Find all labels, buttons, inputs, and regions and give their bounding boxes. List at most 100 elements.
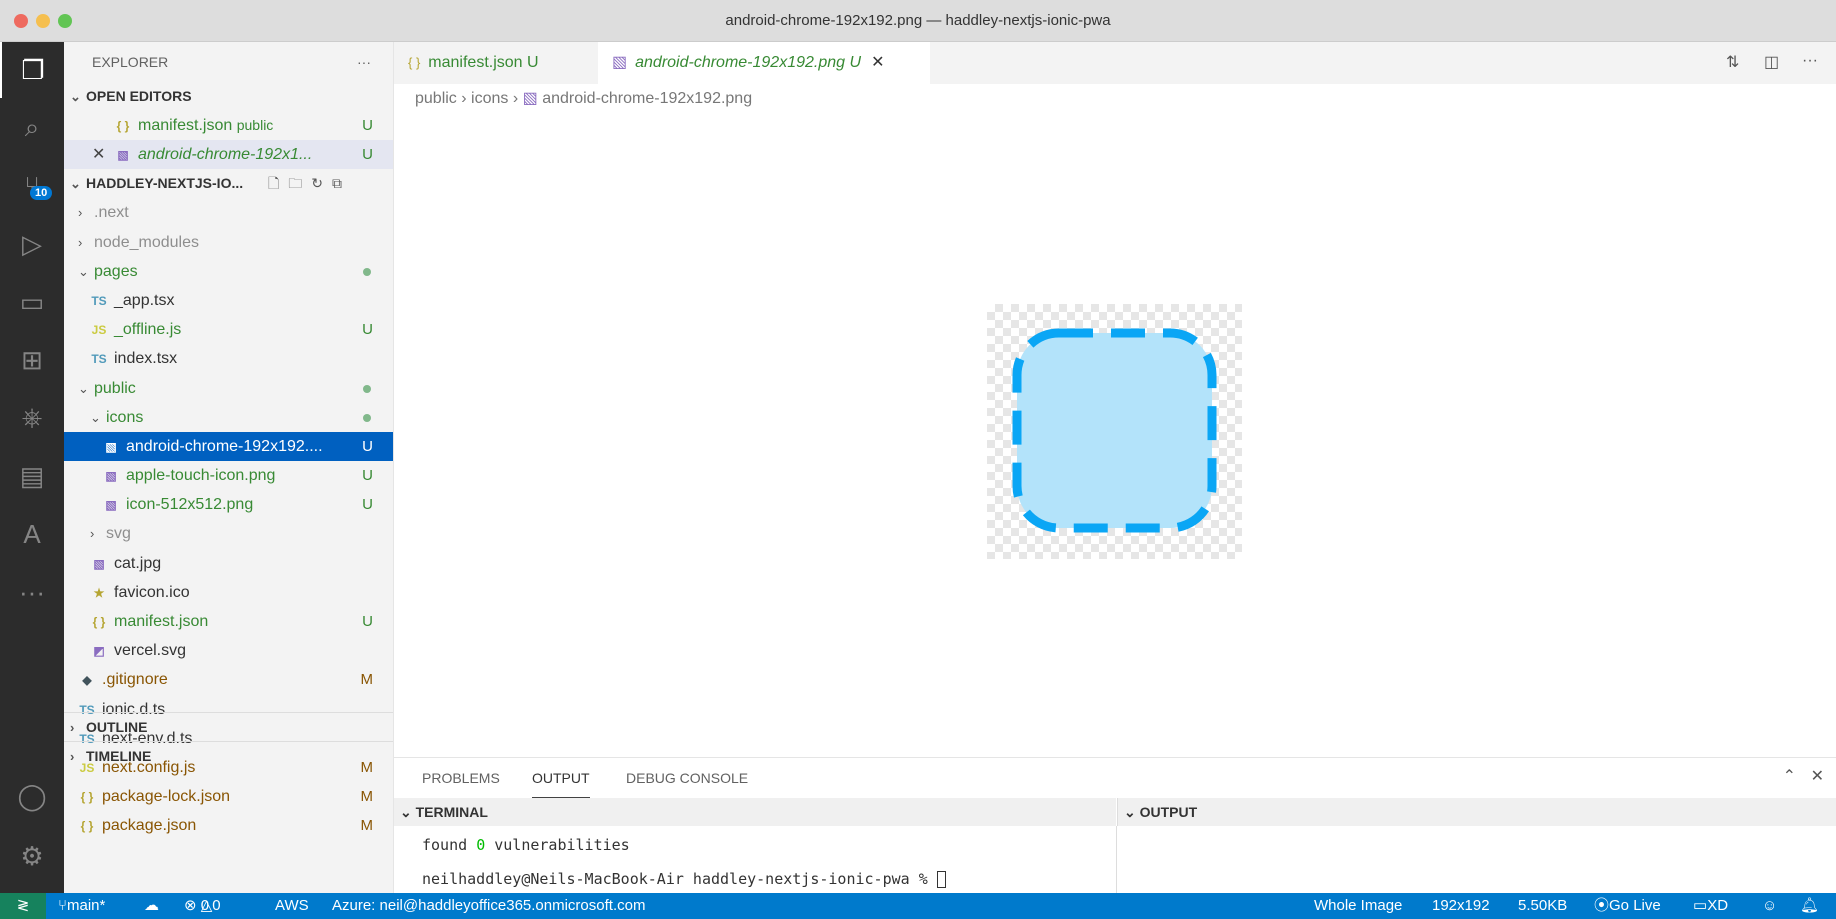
new-file-icon[interactable]: 🗋 xyxy=(268,175,288,191)
count: 0 xyxy=(476,836,486,854)
file-type-icon: TS xyxy=(91,352,107,367)
xd-label: XD xyxy=(1707,897,1729,914)
account-icon[interactable]: ◯ xyxy=(0,768,64,824)
tab-problems[interactable]: PROBLEMS xyxy=(422,758,500,798)
collapse-all-icon[interactable]: ⧉ xyxy=(332,175,351,191)
image-file-icon: ▧ xyxy=(522,90,538,107)
refresh-icon[interactable]: ↻ xyxy=(311,175,332,191)
item-name: manifest.json xyxy=(114,613,209,630)
feedback-icon[interactable]: ☺ xyxy=(1762,893,1777,919)
breadcrumb-item[interactable]: android-chrome-192x192.png xyxy=(542,90,752,107)
aws-status[interactable]: AWS xyxy=(275,893,309,919)
settings-gear-icon[interactable]: ⚙ xyxy=(0,828,64,884)
split-editor-icon[interactable]: ◫ xyxy=(1764,52,1779,72)
maximize-panel-icon[interactable]: ⌃ xyxy=(1783,766,1796,786)
azure-status[interactable]: Azure: neil@haddleyoffice365.onmicrosoft… xyxy=(332,893,645,919)
more-actions-icon[interactable]: ··· xyxy=(357,42,371,82)
source-control-icon[interactable]: ⑂ 10 xyxy=(0,158,64,214)
file-name: manifest.json xyxy=(138,117,233,134)
git-badge: M xyxy=(360,788,374,806)
tree-file[interactable]: TS _app.tsx xyxy=(64,286,393,315)
warning-count: 0 xyxy=(212,897,221,914)
file-type-icon: JS xyxy=(91,323,107,338)
explorer-icon[interactable]: ❐ xyxy=(0,42,64,98)
chevron-right-icon: › xyxy=(90,526,95,542)
tree-file[interactable]: ▧ icon-512x512.png U xyxy=(64,490,393,519)
go-live-button[interactable]: ⦿ Go Live xyxy=(1594,893,1661,919)
section-title: OPEN EDITORS xyxy=(86,88,192,104)
tree-file[interactable]: ◆ .gitignore M xyxy=(64,665,393,694)
sync-icon[interactable]: ☁ xyxy=(144,893,159,919)
more-actions-icon[interactable]: ··· xyxy=(1802,52,1818,70)
error-count: 0 xyxy=(200,897,210,914)
xd-status[interactable]: ▭ XD xyxy=(1693,893,1728,919)
close-editor-icon[interactable]: ✕ xyxy=(92,140,114,169)
remote-explorer-icon[interactable]: ▭ xyxy=(0,274,64,330)
zoom-mode[interactable]: Whole Image xyxy=(1314,893,1402,919)
open-editors-section[interactable]: ⌄ OPEN EDITORS xyxy=(64,82,393,111)
output-header[interactable]: ⌄ OUTPUT xyxy=(1117,798,1836,826)
extensions-icon[interactable]: ⊞ xyxy=(0,332,64,388)
tree-file[interactable]: { } package.json M xyxy=(64,811,393,840)
tree-file[interactable]: ▧ cat.jpg xyxy=(64,549,393,578)
tree-file[interactable]: TS index.tsx xyxy=(64,344,393,373)
outline-section[interactable]: › OUTLINE xyxy=(64,712,393,741)
docker-icon[interactable]: ▤ xyxy=(0,448,64,504)
open-editor-item[interactable]: ✕ ▧ android-chrome-192x1... U xyxy=(64,140,393,170)
search-icon[interactable]: ⌕ xyxy=(0,100,64,156)
azure-icon[interactable]: A xyxy=(0,506,64,562)
tree-folder[interactable]: ⌄ pages xyxy=(64,257,393,286)
kubernetes-icon[interactable]: ⎈ xyxy=(0,390,64,446)
tree-folder[interactable]: ⌄ public xyxy=(64,374,393,403)
tab-android-chrome[interactable]: ▧ android-chrome-192x192.png U ✕ xyxy=(598,42,930,84)
branch-status[interactable]: ⑂ main* xyxy=(58,893,105,919)
problems-status[interactable]: ⊗ 0 △ 0 xyxy=(184,893,221,919)
new-folder-icon[interactable]: 🗀 xyxy=(288,175,311,191)
explorer-actions[interactable]: 🗋🗀↻⧉ xyxy=(268,169,351,198)
tab-output[interactable]: OUTPUT xyxy=(532,758,590,798)
remote-icon[interactable]: ≷ xyxy=(0,893,46,919)
breadcrumb-item[interactable]: icons xyxy=(471,90,508,107)
close-window-button[interactable] xyxy=(14,14,28,28)
close-panel-icon[interactable]: ✕ xyxy=(1811,766,1824,786)
tree-file[interactable]: { } package-lock.json M xyxy=(64,782,393,811)
git-badge: U xyxy=(527,54,539,71)
item-name: icon-512x512.png xyxy=(126,496,254,514)
tree-file[interactable]: { } manifest.json U xyxy=(64,607,393,636)
git-badge: U xyxy=(849,54,862,71)
image-file-icon: ▧ xyxy=(612,54,628,71)
terminal-prompt[interactable]: neilhaddley@Neils-MacBook-Air haddley-ne… xyxy=(422,870,946,888)
more-icon[interactable]: ··· xyxy=(0,564,64,620)
close-tab-icon[interactable]: ✕ xyxy=(871,54,884,71)
tree-folder[interactable]: ⌄ icons xyxy=(64,403,393,432)
tree-folder[interactable]: › node_modules xyxy=(64,228,393,257)
file-type-icon: ▧ xyxy=(93,556,105,571)
terminal-header[interactable]: ⌄ TERMINAL xyxy=(394,798,1116,826)
tab-manifest-json[interactable]: { } manifest.json U xyxy=(394,42,598,84)
chevron-down-icon: ⌄ xyxy=(78,380,89,396)
item-name: vercel.svg xyxy=(114,642,187,660)
chevron-down-icon: ⌄ xyxy=(1124,804,1140,820)
maximize-window-button[interactable] xyxy=(58,14,72,28)
timeline-section[interactable]: › TIMELINE xyxy=(64,741,393,770)
run-debug-icon[interactable]: ▷ xyxy=(0,216,64,272)
open-editor-item[interactable]: { } manifest.json public U xyxy=(64,111,393,140)
project-section[interactable]: ⌄ HADDLEY-NEXTJS-IO... 🗋🗀↻⧉ xyxy=(64,169,393,198)
item-name: node_modules xyxy=(94,233,199,251)
tree-file[interactable]: JS _offline.js U xyxy=(64,315,393,344)
open-changes-icon[interactable]: ⇅ xyxy=(1726,52,1739,72)
tab-debug-console[interactable]: DEBUG CONSOLE xyxy=(626,758,748,798)
git-badge: U xyxy=(362,467,373,485)
tree-file[interactable]: ★ favicon.ico xyxy=(64,578,393,607)
minimize-window-button[interactable] xyxy=(36,14,50,28)
tree-file[interactable]: ▧ android-chrome-192x192.... U xyxy=(64,431,393,462)
tree-folder[interactable]: › svg xyxy=(64,519,393,548)
chevron-down-icon: ⌄ xyxy=(90,409,101,425)
file-type-icon: ▧ xyxy=(105,469,117,484)
chevron-right-icon: › xyxy=(78,234,83,250)
breadcrumb-item[interactable]: public xyxy=(415,90,457,107)
tree-file[interactable]: ◩ vercel.svg xyxy=(64,636,393,665)
notifications-bell-icon[interactable]: 🔔︎ xyxy=(1800,893,1819,919)
tree-file[interactable]: ▧ apple-touch-icon.png U xyxy=(64,461,393,490)
tree-folder[interactable]: › .next xyxy=(64,198,393,227)
